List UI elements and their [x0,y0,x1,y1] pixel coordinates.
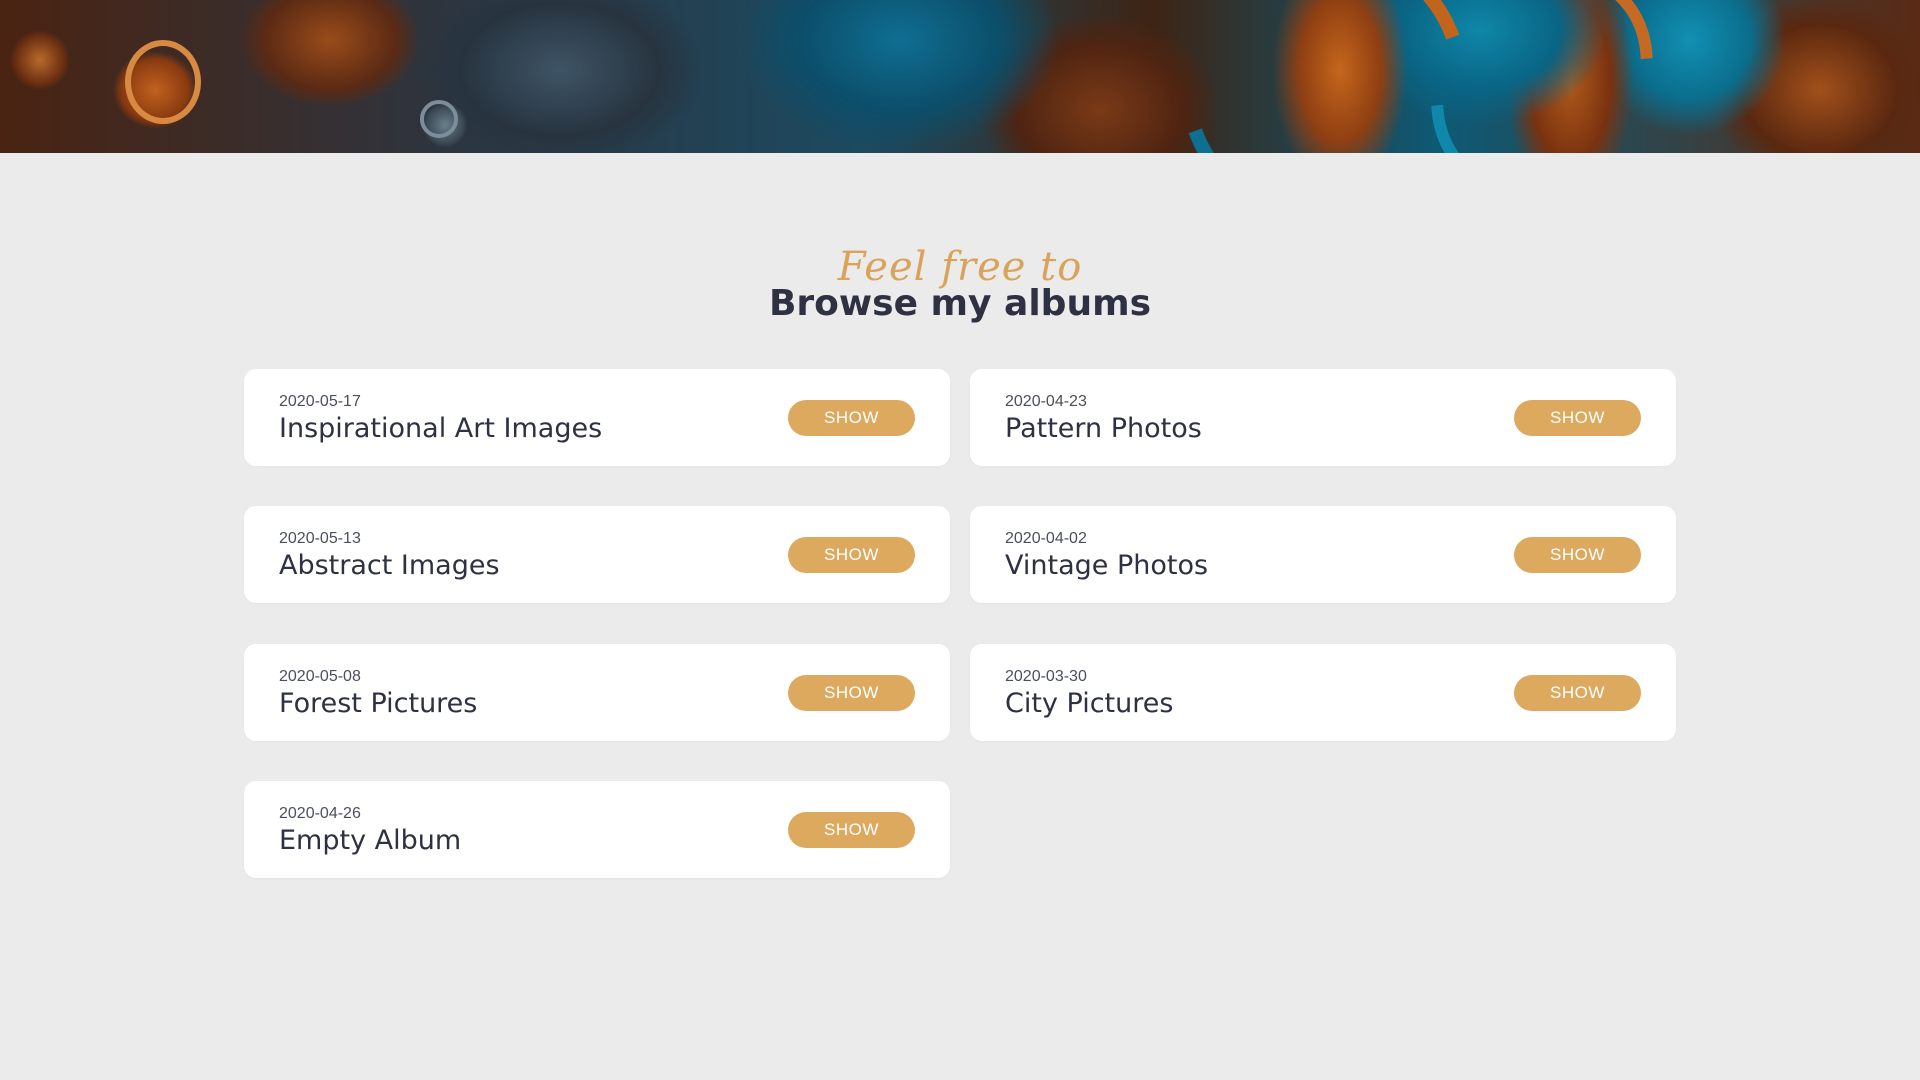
album-date: 2020-04-23 [1005,393,1087,410]
album-card: 2020-05-08 Forest Pictures SHOW [244,644,950,741]
show-album-button[interactable]: SHOW [1514,675,1641,711]
album-card: 2020-05-13 Abstract Images SHOW [244,506,950,603]
page-title: Browse my albums [768,283,1152,324]
album-card: 2020-03-30 City Pictures SHOW [970,644,1676,741]
album-card: 2020-05-17 Inspirational Art Images SHOW [244,369,950,466]
album-date: 2020-03-30 [1005,668,1087,685]
album-date: 2020-04-26 [279,805,361,822]
show-album-button[interactable]: SHOW [788,400,915,436]
album-title: Inspirational Art Images [279,413,603,444]
album-card: 2020-04-23 Pattern Photos SHOW [970,369,1676,466]
album-title: Vintage Photos [1005,550,1209,581]
swirl-decoration [125,40,201,124]
album-date: 2020-05-17 [279,393,361,410]
album-card: 2020-04-02 Vintage Photos SHOW [970,506,1676,603]
album-title: Empty Album [279,825,462,856]
show-album-button[interactable]: SHOW [788,675,915,711]
album-date: 2020-04-02 [1005,530,1087,547]
album-date: 2020-05-13 [279,530,361,547]
hero-banner-image [0,0,1920,153]
swirl-decoration [420,100,458,138]
show-album-button[interactable]: SHOW [788,812,915,848]
album-title: Forest Pictures [279,688,478,719]
show-album-button[interactable]: SHOW [788,537,915,573]
album-title: City Pictures [1005,688,1174,719]
show-album-button[interactable]: SHOW [1514,537,1641,573]
albums-section: Feel free to Browse my albums 2020-05-17… [0,153,1920,1080]
show-album-button[interactable]: SHOW [1514,400,1641,436]
album-date: 2020-05-08 [279,668,361,685]
album-title: Pattern Photos [1005,413,1202,444]
album-title: Abstract Images [279,550,500,581]
album-card: 2020-04-26 Empty Album SHOW [244,781,950,878]
